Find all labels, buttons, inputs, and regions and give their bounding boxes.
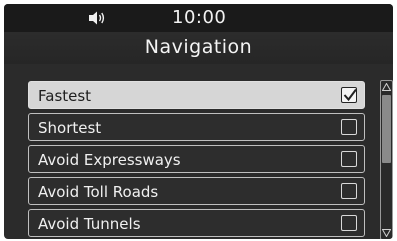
option-label: Fastest [38,87,92,105]
check-icon [343,88,357,102]
option-checkbox[interactable] [341,119,357,135]
option-checkbox[interactable] [341,87,357,103]
option-fastest[interactable]: Fastest [28,81,365,109]
scrollbar[interactable] [380,80,393,239]
page-title: Navigation [144,36,253,58]
scroll-up-arrow-icon[interactable] [382,83,391,91]
option-checkbox[interactable] [341,151,357,167]
option-avoid-toll-roads[interactable]: Avoid Toll Roads [28,177,365,205]
option-label: Shortest [38,119,102,137]
option-checkbox[interactable] [341,215,357,231]
option-label: Avoid Toll Roads [38,183,159,201]
option-checkbox[interactable] [341,183,357,199]
screen: 10:00 Navigation Fastest Shortest Avoid … [0,0,397,241]
clock: 10:00 [172,7,227,28]
speaker-volume-icon [89,11,105,25]
status-bar: 10:00 [4,4,393,32]
scroll-down-arrow-icon[interactable] [382,229,391,237]
option-shortest[interactable]: Shortest [28,113,365,141]
option-label: Avoid Tunnels [38,215,141,233]
scroll-thumb[interactable] [382,95,391,163]
option-avoid-tunnels[interactable]: Avoid Tunnels [28,209,365,237]
option-label: Avoid Expressways [38,151,181,169]
option-avoid-expressways[interactable]: Avoid Expressways [28,145,365,173]
display-frame: 10:00 Navigation Fastest Shortest Avoid … [4,4,393,239]
